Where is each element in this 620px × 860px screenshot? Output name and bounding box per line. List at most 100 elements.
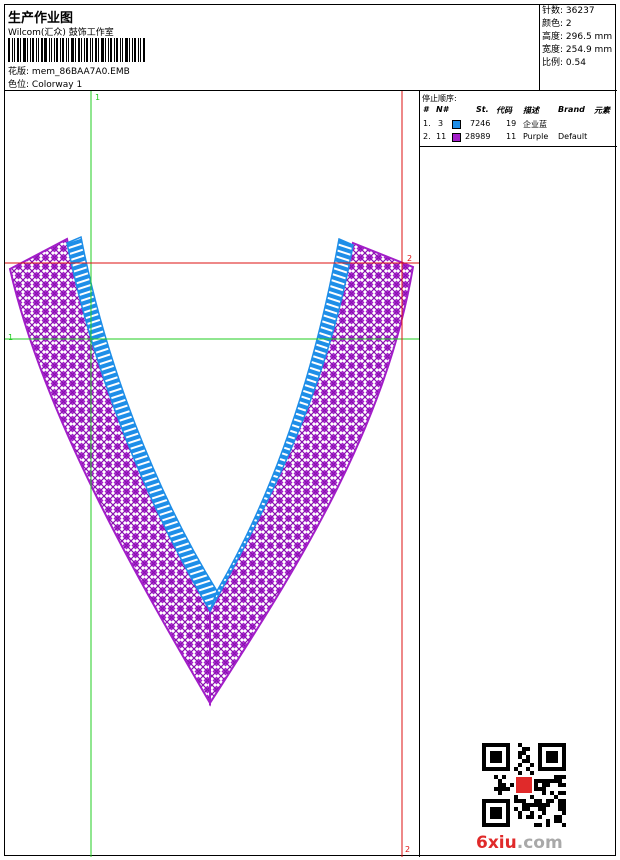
row-index: 2. (423, 132, 431, 141)
barcode-bar (122, 38, 123, 62)
barcode-bar (101, 38, 104, 62)
production-sheet: 生产作业图 Wilcom(汇众) 鼓饰工作室 花版: mem_86BAA7A0.… (4, 4, 617, 857)
watermark-text-red: 6xiu (476, 833, 517, 853)
row-needle: 11 (436, 132, 447, 141)
barcode-bar (62, 38, 64, 62)
barcode-bar (54, 38, 55, 62)
row-code: 19 (506, 119, 517, 128)
col-element: 元素 (594, 106, 610, 115)
stat-height: 高度: 296.5 mm (540, 31, 617, 44)
stat-value: 36237 (565, 6, 595, 16)
stat-colors: 颜色: 2 (540, 18, 617, 31)
barcode-bar (92, 38, 93, 62)
colorway: 色位: Colorway 1 (8, 77, 82, 90)
barcode-bar (71, 38, 74, 62)
barcode-bar (134, 38, 136, 62)
barcode-bar (143, 38, 145, 62)
stat-label: 高度: (542, 32, 564, 42)
barcode-bar (51, 38, 52, 62)
thread-row: 2. 11 28989 11 Purple Default (420, 132, 617, 144)
thread-row: 1. 3 7246 19 企业蓝 (420, 119, 617, 131)
guide-label-red-right: 2 (407, 254, 413, 263)
purple-left-arm (8, 237, 211, 707)
barcode-bar (138, 38, 139, 62)
row-index: 1. (423, 119, 431, 128)
barcode-bar (27, 38, 28, 62)
stat-label: 颜色: (542, 19, 564, 29)
guide-label-green-top: 1 (95, 93, 101, 102)
barcode-bar (38, 38, 39, 62)
stat-value: 296.5 mm (565, 32, 613, 42)
stop-sequence-panel: 停止顺序: # N# St. 代码 描述 Brand 元素 1. 3 7246 … (420, 91, 617, 857)
col-code: 代码 (496, 106, 512, 115)
stop-sequence-title: 停止顺序: (422, 94, 457, 103)
barcode-bar (110, 38, 112, 62)
design-value: mem_86BAA7A0.EMB (31, 67, 130, 77)
barcode-bar (32, 38, 34, 62)
stat-stitches: 针数: 36237 (540, 5, 617, 18)
row-stitches: 28989 (465, 132, 491, 141)
barcode-bar (140, 38, 141, 62)
row-needle: 3 (438, 119, 444, 128)
barcode-bar (68, 38, 69, 62)
barcode-bar (14, 38, 15, 62)
barcode-bar (41, 38, 43, 62)
col-index: # (423, 105, 429, 114)
barcode-bar (49, 38, 50, 62)
barcode-bar (95, 38, 97, 62)
barcode-bar (17, 38, 19, 62)
stat-width: 宽度: 254.9 mm (540, 44, 617, 57)
barcode-bar (120, 38, 121, 62)
barcode-bar (90, 38, 91, 62)
design-file: 花版: mem_86BAA7A0.EMB (8, 64, 130, 77)
row-description: 企业蓝 (523, 120, 547, 129)
row-code: 11 (506, 132, 517, 141)
barcode-bar (30, 38, 31, 62)
barcode-bar (125, 38, 128, 62)
col-stitches: St. (476, 105, 489, 114)
stats-panel: 针数: 36237 颜色: 2 高度: 296.5 mm 宽度: 254.9 m… (540, 5, 617, 90)
barcode-bar (60, 38, 61, 62)
sheet-subtitle: Wilcom(汇众) 鼓饰工作室 (8, 28, 114, 38)
col-description: 描述 (523, 106, 539, 115)
barcode-bar (78, 38, 80, 62)
design-preview (5, 91, 419, 857)
design-canvas: 1 1 2 2 (5, 91, 420, 857)
barcode (8, 38, 183, 62)
stat-label: 针数: (542, 6, 564, 16)
barcode-bar (8, 38, 10, 62)
barcode-bar (108, 38, 109, 62)
stat-value: 254.9 mm (565, 45, 613, 55)
col-needle: N# (436, 105, 449, 114)
watermark-text-grey: .com (516, 833, 563, 853)
barcode-bar (129, 38, 130, 62)
barcode-bar (12, 38, 13, 62)
sheet-title: 生产作业图 (8, 11, 74, 26)
barcode-bar (114, 38, 115, 62)
stat-value: 0.54 (565, 58, 586, 68)
barcode-bar (75, 38, 76, 62)
barcode-bar (20, 38, 21, 62)
barcode-bar (86, 38, 88, 62)
barcode-bar (98, 38, 99, 62)
color-swatch (452, 133, 461, 142)
barcode-bar (36, 38, 37, 62)
stat-label: 宽度: (542, 45, 564, 55)
stat-value: 2 (565, 19, 572, 29)
barcode-bar (105, 38, 106, 62)
panel-rule (420, 146, 617, 147)
colorway-value: Colorway 1 (31, 80, 83, 90)
guide-label-red-bottom: 2 (405, 845, 411, 854)
design-label: 花版: (8, 67, 30, 77)
watermark-logo: 6xiu.com (476, 833, 563, 853)
header-info: 生产作业图 Wilcom(汇众) 鼓饰工作室 花版: mem_86BAA7A0.… (5, 5, 540, 90)
barcode-bar (116, 38, 118, 62)
colorway-label: 色位: (8, 80, 30, 90)
row-stitches: 7246 (470, 119, 491, 128)
row-description: Purple (523, 132, 549, 141)
row-brand: Default (558, 132, 588, 141)
barcode-bar (66, 38, 67, 62)
guide-label-green-left: 1 (8, 333, 14, 342)
qr-code (482, 743, 566, 827)
barcode-bar (44, 38, 47, 62)
